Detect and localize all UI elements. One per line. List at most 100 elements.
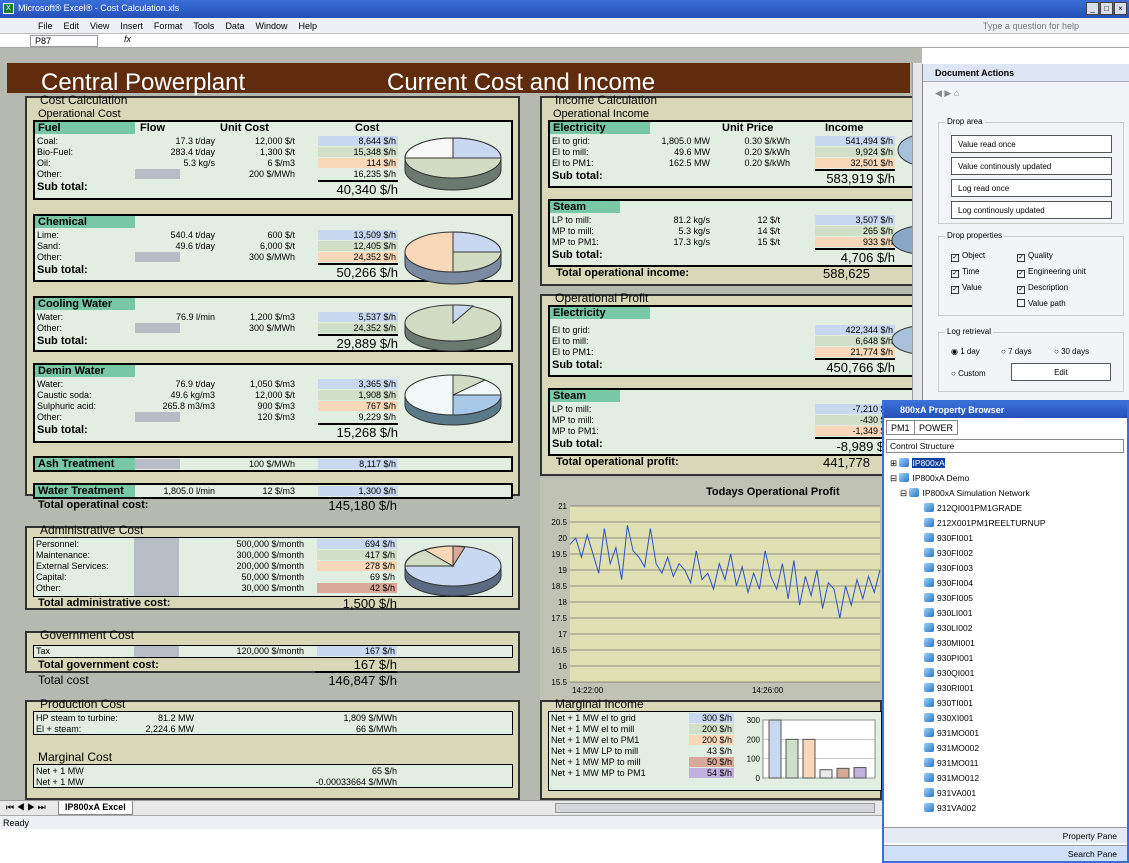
table-row[interactable]: El to grid: 1,805.0 MW 0.30 $/kWh 541,494 $…	[550, 136, 918, 147]
tab-pm1[interactable]: PM1	[886, 420, 915, 435]
minimize-button[interactable]: _	[1086, 2, 1099, 15]
sheet-tab[interactable]: IP800xA Excel	[58, 801, 133, 815]
menu-edit[interactable]: Edit	[64, 21, 80, 31]
tree-item[interactable]: ⊞ IP800xA	[890, 458, 1123, 473]
search-pane-tab[interactable]: Search Pane	[884, 845, 1127, 861]
tree-item[interactable]: 930FI005	[890, 593, 1123, 608]
radio-custom[interactable]: ○ Custom	[951, 369, 986, 378]
tree-item[interactable]: 212X001PM1REELTURNUP	[890, 518, 1123, 533]
tree-item[interactable]: 930QI001	[890, 668, 1123, 683]
tree-item[interactable]: 930RI001	[890, 683, 1123, 698]
flow-header: Flow	[140, 122, 166, 134]
fx-icon[interactable]: fx	[124, 34, 131, 44]
menu-help[interactable]: Help	[298, 21, 317, 31]
value-continuous-button[interactable]: Value continously updated	[951, 157, 1112, 175]
menu-file[interactable]: File	[38, 21, 53, 31]
cost-header: Cost	[355, 122, 380, 134]
tree-item[interactable]: 930FI004	[890, 578, 1123, 593]
value-checkbox[interactable]: ✓ Value	[951, 283, 982, 294]
tree-item[interactable]: 931MO001	[890, 728, 1123, 743]
tree-item[interactable]: 931VA002	[890, 803, 1123, 818]
value-path-checkbox[interactable]: Value path	[1017, 299, 1066, 308]
name-box[interactable]: P87	[30, 35, 98, 47]
cooling-header: Cooling Water	[38, 298, 113, 310]
table-row[interactable]: El to mill: 49.6 MW 0.20 $/kWh 9,924 $/h	[550, 147, 918, 158]
log-continuous-button[interactable]: Log continously updated	[951, 201, 1112, 219]
tree-item[interactable]: 931MO012	[890, 773, 1123, 788]
op-income-title: Operational Income	[553, 108, 649, 120]
chemical-header: Chemical	[38, 216, 87, 228]
object-icon	[899, 473, 910, 482]
y-tick-label: 21	[558, 502, 567, 511]
object-icon	[924, 593, 934, 602]
pane-nav-icons[interactable]: ◀ ▶ ⌂	[935, 88, 959, 99]
table-row[interactable]: El to PM1: 162.5 MW 0.20 $/kWh 32,501 $/h	[550, 158, 918, 169]
tab-nav-arrows[interactable]: ⏮ ◀ ▶ ⏭	[6, 802, 46, 813]
adm-title: Administrative Cost	[40, 523, 144, 537]
close-button[interactable]: ×	[1114, 2, 1127, 15]
worksheet[interactable]: Central Powerplant Current Cost and Incom…	[0, 48, 922, 800]
operational-profit-line-chart[interactable]: 21 20.5 20 19.5 19 18.5 18 17.5 17 16.5 16 15.5 14:2…	[540, 502, 882, 697]
table-row[interactable]: MP to mill: 5.3 kg/s 14 $/t 265 $/h	[550, 226, 918, 237]
menu-tools[interactable]: Tools	[193, 21, 214, 31]
object-icon	[924, 713, 934, 722]
total-profit-label: Total operational profit:	[556, 456, 679, 468]
tree-item[interactable]: 930FI003	[890, 563, 1123, 578]
horizontal-scrollbar[interactable]	[555, 803, 875, 813]
description-checkbox[interactable]: ✓ Description	[1017, 283, 1068, 294]
x-tick-label: 14:22:00	[572, 686, 604, 695]
quality-checkbox[interactable]: ✓ Quality	[1017, 251, 1053, 262]
restore-button[interactable]: □	[1100, 2, 1113, 15]
chart-title: Todays Operational Profit	[706, 486, 840, 498]
tree-item[interactable]: 930LI001	[890, 608, 1123, 623]
tree-item[interactable]: 930XI001	[890, 713, 1123, 728]
total-cost-value: 146,847 $/h	[315, 671, 397, 688]
tree-item[interactable]: 930MI001	[890, 638, 1123, 653]
value-read-once-button[interactable]: Value read once	[951, 135, 1112, 153]
government-box: Tax 120,000 $/month 167 $/h	[33, 645, 513, 658]
tree-item[interactable]: 931MO002	[890, 743, 1123, 758]
subtotal-label: Sub total:	[37, 335, 88, 347]
ash-treatment-box: Ash Treatment 100 $/MWh 8,117 $/h	[33, 456, 513, 472]
object-icon	[924, 773, 934, 782]
radio-7-days[interactable]: ○ 7 days	[1001, 347, 1032, 356]
engineering-unit-checkbox[interactable]: ✓ Engineering unit	[1017, 267, 1086, 278]
log-retrieval-group: Log retrieval ◉ 1 day ○ 7 days ○ 30 days…	[938, 327, 1124, 392]
tree-item[interactable]: 930FI002	[890, 548, 1123, 563]
tree-item[interactable]: 930LI002	[890, 623, 1123, 638]
tree-item[interactable]: 930PI001	[890, 653, 1123, 668]
tree-item[interactable]: 212QI001PM1GRADE	[890, 503, 1123, 518]
subtotal-value: 40,340 $/h	[318, 180, 398, 197]
property-pane-tab[interactable]: Property Pane	[884, 827, 1127, 843]
table-row[interactable]: MP to PM1: 17.3 kg/s 15 $/t 933 $/h	[550, 237, 918, 248]
tree-item[interactable]: 931MO011	[890, 758, 1123, 773]
mi-title: Marginal Income	[555, 697, 644, 711]
help-search-input[interactable]: Type a question for help	[983, 21, 1079, 31]
tab-power[interactable]: POWER	[914, 420, 959, 435]
tree-item[interactable]: ⊟ IP800xA Demo	[890, 473, 1123, 488]
radio-30-days[interactable]: ○ 30 days	[1054, 347, 1089, 356]
subtotal-label: Sub total:	[552, 249, 603, 261]
object-checkbox[interactable]: ✓ Object	[951, 251, 985, 262]
radio-1-day[interactable]: ◉ 1 day	[951, 347, 980, 356]
property-browser-title: 800xA Property Browser	[884, 402, 1127, 418]
tree-item[interactable]: 930FI001	[890, 533, 1123, 548]
menu-format[interactable]: Format	[154, 21, 183, 31]
menu-window[interactable]: Window	[255, 21, 287, 31]
status-bar: Ready	[0, 815, 922, 829]
edit-button[interactable]: Edit	[1011, 363, 1111, 381]
log-read-once-button[interactable]: Log read once	[951, 179, 1112, 197]
menu-view[interactable]: View	[90, 21, 109, 31]
tree-item[interactable]: 930TI001	[890, 698, 1123, 713]
structure-select[interactable]: Control Structure	[886, 439, 1124, 453]
menu-insert[interactable]: Insert	[120, 21, 143, 31]
object-icon	[924, 563, 934, 572]
y-tick-label: 16.5	[551, 646, 567, 655]
time-checkbox[interactable]: ✓ Time	[951, 267, 979, 278]
tree-item[interactable]: 931VA001	[890, 788, 1123, 803]
wt-cost: 1,300 $/h	[318, 486, 398, 496]
window-title: Microsoft® Excel® - Cost Calculation.xls	[18, 3, 180, 13]
tree-item[interactable]: ⊟ IP800xA Simulation Network	[890, 488, 1123, 503]
menu-data[interactable]: Data	[225, 21, 244, 31]
table-row[interactable]: LP to mill: 81.2 kg/s 12 $/t 3,507 $/h	[550, 215, 918, 226]
